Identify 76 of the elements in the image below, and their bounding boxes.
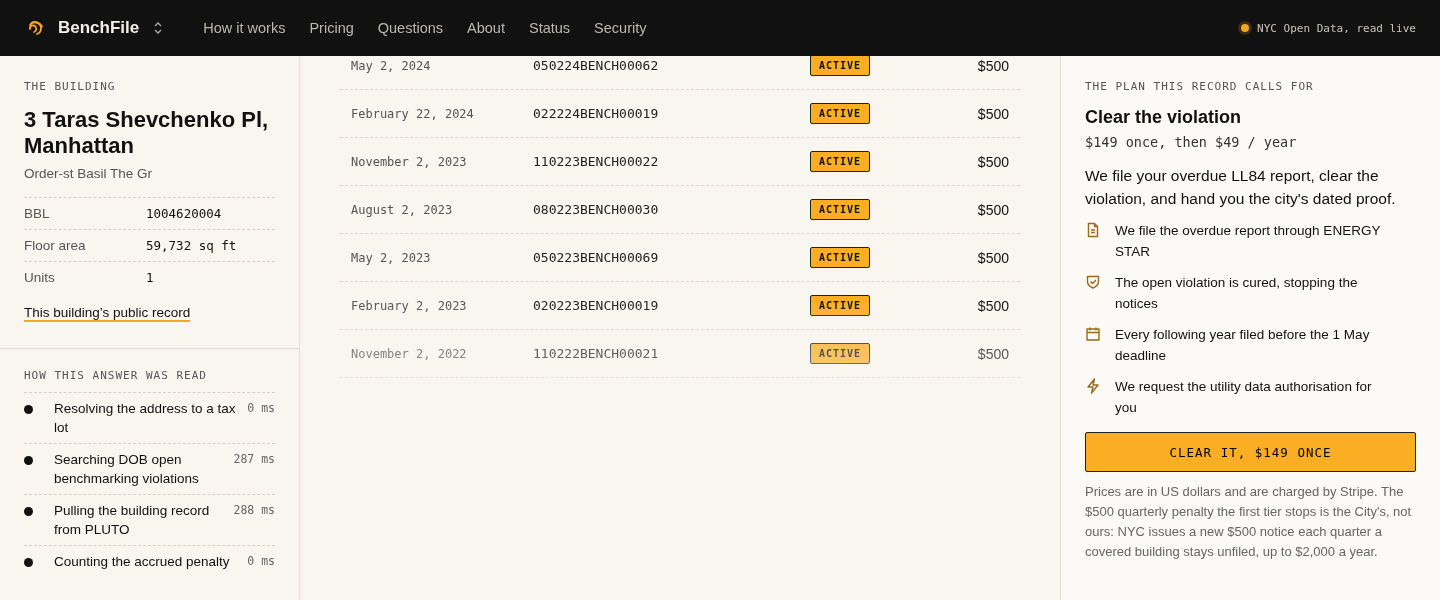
penalty-amount: $500 [977,297,1009,314]
penalty-amount: $500 [977,345,1009,362]
nav-link[interactable]: Security [594,20,647,36]
violation-date: February 22, 2024 [351,106,475,121]
fact-value: 1004620004 [146,205,223,221]
nav-link[interactable]: How it works [203,20,286,36]
status-badge: ACTIVE [810,151,871,172]
fact-value: 1 [146,269,155,285]
feature-text: Every following year filed before the 1 May deadline [1115,326,1371,365]
bullet-icon [24,557,33,567]
calendar-icon [1085,326,1101,342]
violation-date: August 2, 2023 [351,202,454,217]
brand-name[interactable]: BenchFile [58,18,140,38]
feature-text: We request the utility data authorisation for you [1115,378,1373,417]
step-text: Resolving the address to a tax lot [54,399,237,437]
status-badge: ACTIVE [810,199,871,220]
feature-text: We file the overdue report through ENERGY STAR [1115,222,1382,261]
shield-check-icon [1085,274,1101,290]
section-label: THE PLAN THIS RECORD CALLS FOR [1085,80,1315,93]
public-record-link[interactable]: This building’s public record [24,304,191,322]
status-badge: ACTIVE [810,343,871,364]
violation-number: 022224BENCH00019 [533,106,660,121]
chevron-up-down-icon[interactable] [153,21,164,35]
violation-number: 080223BENCH00030 [533,202,660,217]
section-label: HOW THIS ANSWER WAS READ [24,368,208,382]
step-text: Counting the accrued penalty [54,552,231,571]
status-badge: ACTIVE [810,103,871,124]
plan-summary: We file your overdue LL84 report, clear the violation, and hand you the city's dated proof. [1085,166,1397,209]
bullet-icon [24,506,33,516]
feature-text: The open violation is cured, stopping the notices [1115,274,1359,313]
step-time: 0 ms [247,399,275,417]
violation-number: 110223BENCH00022 [533,154,660,169]
step-text: Searching DOB open benchmarking violations [54,450,200,488]
building-address: 3 Taras Shevchenko Pl, Manhattan [24,107,270,160]
violation-date: May 2, 2024 [351,58,432,73]
penalty-amount: $500 [977,201,1009,218]
violation-date: November 2, 2022 [351,346,468,361]
bullet-icon [24,455,33,465]
logo-icon [28,20,44,36]
penalty-amount: $500 [977,153,1009,170]
penalty-amount: $500 [977,249,1009,266]
owner-name: Order-st Basil The Gr [24,165,154,181]
fact-label: Units [24,269,56,285]
status-badge: ACTIVE [810,56,871,76]
fact-label: BBL [24,205,51,221]
step-time: 0 ms [247,552,275,570]
nav-link[interactable]: Questions [377,20,444,36]
nav-link[interactable]: Status [528,20,571,36]
clear-it-button[interactable]: CLEAR IT, $149 ONCE [1085,432,1416,472]
document-icon [1085,222,1101,238]
status-badge: ACTIVE [810,295,871,316]
pricing-note: Prices are in US dollars and are charged by Stripe. The $500 quarterly penalty the first tier stops is the City's, not ours: NYC issues a new $500 notice each quarter a covered building stays unfiled, up to $2,000 a year. [1085,483,1413,561]
fact-label: Floor area [24,237,87,253]
violation-date: May 2, 2023 [351,250,432,265]
plan-title: Clear the violation [1085,107,1243,128]
status-badge: ACTIVE [810,247,871,268]
fact-value: 59,732 sq ft [146,237,238,253]
violation-number: 050223BENCH00069 [533,250,660,265]
step-time: 288 ms [233,501,275,519]
step-text: Pulling the building record from PLUTO [54,501,211,539]
violation-number: 110222BENCH00021 [533,346,660,361]
penalty-amount: $500 [977,57,1009,74]
section-label: THE BUILDING [24,80,117,93]
plan-price: $149 once, then $49 / year [1085,134,1298,150]
step-time: 287 ms [233,450,275,468]
violation-date: November 2, 2023 [351,154,468,169]
data-source-status: NYC Open Data, read live [1257,21,1416,35]
bullet-icon [24,404,33,414]
violation-number: 020223BENCH00019 [533,298,660,313]
lightning-icon [1085,378,1101,394]
nav-link[interactable]: Pricing [309,20,354,36]
violation-date: February 2, 2023 [351,298,468,313]
penalty-amount: $500 [977,105,1009,122]
violation-number: 050224BENCH00062 [533,58,660,73]
status-dot [1241,24,1250,32]
nav-link[interactable]: About [467,20,505,36]
